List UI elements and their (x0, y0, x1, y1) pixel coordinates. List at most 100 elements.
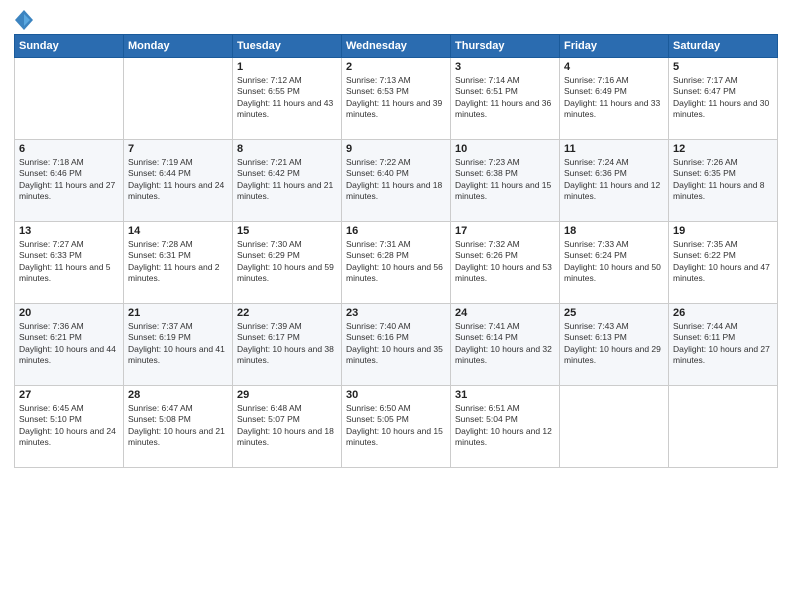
day-number: 17 (455, 225, 555, 237)
day-detail: Sunrise: 7:33 AMSunset: 6:24 PMDaylight:… (564, 239, 664, 285)
day-detail: Sunrise: 7:19 AMSunset: 6:44 PMDaylight:… (128, 157, 228, 203)
day-number: 27 (19, 389, 119, 401)
day-detail: Sunrise: 7:12 AMSunset: 6:55 PMDaylight:… (237, 75, 337, 121)
day-number: 26 (673, 307, 773, 319)
day-detail: Sunrise: 7:16 AMSunset: 6:49 PMDaylight:… (564, 75, 664, 121)
table-cell: 2 Sunrise: 7:13 AMSunset: 6:53 PMDaylight… (342, 58, 451, 140)
table-cell: 6 Sunrise: 7:18 AMSunset: 6:46 PMDaylight… (15, 140, 124, 222)
table-cell: 15 Sunrise: 7:30 AMSunset: 6:29 PMDayligh… (233, 222, 342, 304)
table-cell: 3Sunrise: 7:14 AMSunset: 6:51 PMDaylight… (451, 58, 560, 140)
day-number: 16 (346, 225, 446, 237)
day-number: 22 (237, 307, 337, 319)
table-cell: 18 Sunrise: 7:33 AMSunset: 6:24 PMDayligh… (560, 222, 669, 304)
day-number: 18 (564, 225, 664, 237)
logo-icon (15, 10, 33, 30)
table-cell: 21 Sunrise: 7:37 AMSunset: 6:19 PMDayligh… (124, 304, 233, 386)
day-number: 6 (19, 143, 119, 155)
day-detail: Sunrise: 7:14 AMSunset: 6:51 PMDaylight:… (455, 75, 555, 121)
day-number: 2 (346, 61, 446, 73)
day-number: 20 (19, 307, 119, 319)
table-cell: 4Sunrise: 7:16 AMSunset: 6:49 PMDaylight… (560, 58, 669, 140)
calendar-header-row: Sunday Monday Tuesday Wednesday Thursday… (15, 35, 778, 58)
day-number: 23 (346, 307, 446, 319)
table-cell: 27Sunrise: 6:45 AMSunset: 5:10 PMDayligh… (15, 386, 124, 468)
table-cell: 14 Sunrise: 7:28 AMSunset: 6:31 PMDayligh… (124, 222, 233, 304)
table-cell (15, 58, 124, 140)
table-cell: 29 Sunrise: 6:48 AMSunset: 5:07 PMDayligh… (233, 386, 342, 468)
day-detail: Sunrise: 7:41 AMSunset: 6:14 PMDaylight:… (455, 321, 555, 367)
day-number: 11 (564, 143, 664, 155)
day-number: 13 (19, 225, 119, 237)
table-cell: 1 Sunrise: 7:12 AMSunset: 6:55 PMDaylight… (233, 58, 342, 140)
table-cell (560, 386, 669, 468)
day-detail: Sunrise: 7:28 AMSunset: 6:31 PMDaylight:… (128, 239, 228, 285)
table-cell: 26 Sunrise: 7:44 AMSunset: 6:11 PMDayligh… (669, 304, 778, 386)
col-thursday: Thursday (451, 35, 560, 58)
calendar-week-row: 27Sunrise: 6:45 AMSunset: 5:10 PMDayligh… (15, 386, 778, 468)
day-detail: Sunrise: 7:31 AMSunset: 6:28 PMDaylight:… (346, 239, 446, 285)
day-number: 1 (237, 61, 337, 73)
table-cell: 12 Sunrise: 7:26 AMSunset: 6:35 PMDayligh… (669, 140, 778, 222)
table-cell: 19Sunrise: 7:35 AMSunset: 6:22 PMDayligh… (669, 222, 778, 304)
calendar-week-row: 13 Sunrise: 7:27 AMSunset: 6:33 PMDayligh… (15, 222, 778, 304)
day-number: 31 (455, 389, 555, 401)
day-detail: Sunrise: 7:22 AMSunset: 6:40 PMDaylight:… (346, 157, 446, 203)
day-number: 12 (673, 143, 773, 155)
day-detail: Sunrise: 7:39 AMSunset: 6:17 PMDaylight:… (237, 321, 337, 367)
col-monday: Monday (124, 35, 233, 58)
day-number: 25 (564, 307, 664, 319)
day-number: 14 (128, 225, 228, 237)
col-wednesday: Wednesday (342, 35, 451, 58)
day-detail: Sunrise: 7:37 AMSunset: 6:19 PMDaylight:… (128, 321, 228, 367)
day-number: 19 (673, 225, 773, 237)
day-detail: Sunrise: 7:43 AMSunset: 6:13 PMDaylight:… (564, 321, 664, 367)
table-cell: 30Sunrise: 6:50 AMSunset: 5:05 PMDayligh… (342, 386, 451, 468)
col-sunday: Sunday (15, 35, 124, 58)
table-cell: 8Sunrise: 7:21 AMSunset: 6:42 PMDaylight… (233, 140, 342, 222)
table-cell: 16 Sunrise: 7:31 AMSunset: 6:28 PMDayligh… (342, 222, 451, 304)
day-detail: Sunrise: 7:30 AMSunset: 6:29 PMDaylight:… (237, 239, 337, 285)
calendar-week-row: 1 Sunrise: 7:12 AMSunset: 6:55 PMDaylight… (15, 58, 778, 140)
day-number: 29 (237, 389, 337, 401)
day-detail: Sunrise: 7:21 AMSunset: 6:42 PMDaylight:… (237, 157, 337, 203)
day-detail: Sunrise: 7:44 AMSunset: 6:11 PMDaylight:… (673, 321, 773, 367)
day-detail: Sunrise: 7:24 AMSunset: 6:36 PMDaylight:… (564, 157, 664, 203)
day-number: 28 (128, 389, 228, 401)
table-cell: 22 Sunrise: 7:39 AMSunset: 6:17 PMDayligh… (233, 304, 342, 386)
day-detail: Sunrise: 6:48 AMSunset: 5:07 PMDaylight:… (237, 403, 337, 449)
table-cell: 13 Sunrise: 7:27 AMSunset: 6:33 PMDayligh… (15, 222, 124, 304)
day-number: 10 (455, 143, 555, 155)
day-detail: Sunrise: 7:26 AMSunset: 6:35 PMDaylight:… (673, 157, 773, 203)
table-cell: 10 Sunrise: 7:23 AMSunset: 6:38 PMDayligh… (451, 140, 560, 222)
day-detail: Sunrise: 7:23 AMSunset: 6:38 PMDaylight:… (455, 157, 555, 203)
col-friday: Friday (560, 35, 669, 58)
day-number: 21 (128, 307, 228, 319)
table-cell: 17 Sunrise: 7:32 AMSunset: 6:26 PMDayligh… (451, 222, 560, 304)
day-detail: Sunrise: 7:27 AMSunset: 6:33 PMDaylight:… (19, 239, 119, 285)
day-detail: Sunrise: 7:40 AMSunset: 6:16 PMDaylight:… (346, 321, 446, 367)
day-number: 24 (455, 307, 555, 319)
day-detail: Sunrise: 7:32 AMSunset: 6:26 PMDaylight:… (455, 239, 555, 285)
day-number: 15 (237, 225, 337, 237)
table-cell: 9 Sunrise: 7:22 AMSunset: 6:40 PMDaylight… (342, 140, 451, 222)
table-cell: 28Sunrise: 6:47 AMSunset: 5:08 PMDayligh… (124, 386, 233, 468)
day-number: 9 (346, 143, 446, 155)
day-detail: Sunrise: 7:17 AMSunset: 6:47 PMDaylight:… (673, 75, 773, 121)
table-cell: 23 Sunrise: 7:40 AMSunset: 6:16 PMDayligh… (342, 304, 451, 386)
header (14, 10, 778, 26)
day-detail: Sunrise: 7:13 AMSunset: 6:53 PMDaylight:… (346, 75, 446, 121)
table-cell: 25 Sunrise: 7:43 AMSunset: 6:13 PMDayligh… (560, 304, 669, 386)
calendar-week-row: 6 Sunrise: 7:18 AMSunset: 6:46 PMDaylight… (15, 140, 778, 222)
table-cell: 11 Sunrise: 7:24 AMSunset: 6:36 PMDayligh… (560, 140, 669, 222)
day-detail: Sunrise: 7:18 AMSunset: 6:46 PMDaylight:… (19, 157, 119, 203)
col-tuesday: Tuesday (233, 35, 342, 58)
table-cell (124, 58, 233, 140)
day-number: 5 (673, 61, 773, 73)
table-cell: 7 Sunrise: 7:19 AMSunset: 6:44 PMDaylight… (124, 140, 233, 222)
day-number: 7 (128, 143, 228, 155)
day-number: 30 (346, 389, 446, 401)
table-cell (669, 386, 778, 468)
calendar-table: Sunday Monday Tuesday Wednesday Thursday… (14, 34, 778, 468)
day-detail: Sunrise: 7:36 AMSunset: 6:21 PMDaylight:… (19, 321, 119, 367)
calendar-week-row: 20 Sunrise: 7:36 AMSunset: 6:21 PMDayligh… (15, 304, 778, 386)
